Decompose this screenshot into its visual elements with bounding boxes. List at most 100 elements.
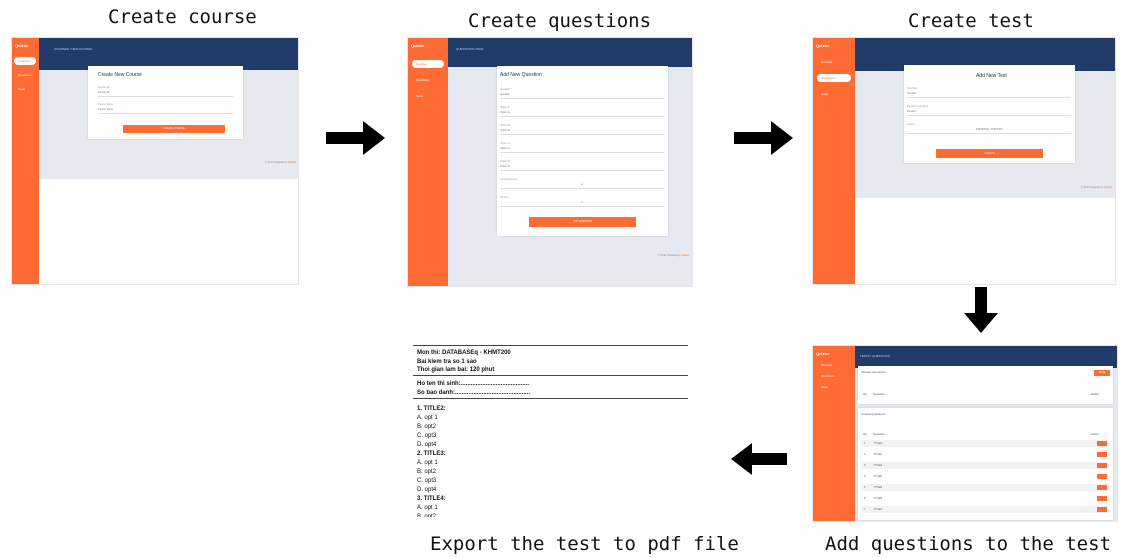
row-question: TITLE4 [874,475,883,478]
sidebar-item-courses[interactable]: Courses [14,57,36,65]
column-header-action: Action [1090,432,1099,436]
pdf-line: 1. TITLE2: [417,406,446,412]
sidebar-item-tests[interactable]: Tests [817,383,851,390]
add-question-button[interactable] [1097,485,1107,490]
field-label: Option A [500,106,510,109]
add-question-card: Add New Question Question * Question... … [497,66,668,236]
section-title: Course Questions [861,412,886,416]
create-test-button[interactable]: CREATE [936,149,1043,158]
app-logo: Quizbe [816,43,830,48]
add-question-button[interactable] [1097,441,1107,446]
footer-text: © 2021 Powered by [1081,186,1104,189]
pdf-line: Thoi gian lam bai: 120 phut [417,367,495,373]
select-value: A [581,183,583,186]
pdf-line: Mon thi: DATABASEq - KHMT200 [417,350,511,356]
sidebar-item-tests[interactable]: Tests [412,92,444,100]
pdf-line: Ho ten thi sinh:........................… [417,381,530,387]
footer-text: © 2021 Powered by [658,254,681,257]
row-question: TITLE6 [874,497,883,500]
option-b-input[interactable]: Option B [500,129,664,135]
pdf-divider [413,398,688,399]
create-course-button[interactable]: CREATE COURSE [123,125,225,133]
course-name-input[interactable]: Course name [98,108,233,114]
pdf-line: C. opt3 [417,478,437,484]
pdf-line: C. opt3 [417,433,437,439]
add-question-button[interactable] [1097,507,1107,512]
row-number: 3 [864,464,866,467]
card-title: Add New Question [500,72,542,78]
field-label: Course Name [98,103,114,106]
section-title: Chosen Questions [861,370,886,374]
option-c-input[interactable]: Option C [500,147,664,153]
row-number: 4 [864,475,866,478]
field-label: Course ID [98,86,110,89]
arrow-right-icon [734,121,793,155]
screenshot-create-course: Quizbe Courses Questions Tests COURSES /… [11,37,299,285]
save-button[interactable]: SAVE [1094,370,1110,376]
column-header-question: Question [873,392,886,396]
option-d-input[interactable]: Option D [500,165,664,171]
breadcrumb: TESTS / QUESTIONS [860,354,890,358]
table-row: 1 TITLE1 [862,440,1109,447]
column-header-question: Question [873,432,886,436]
sidebar-item-courses[interactable]: Courses [817,361,851,368]
sidebar-item-tests[interactable]: Tests [817,90,851,98]
test-title-input[interactable]: Test title [907,92,1071,98]
table-row: 5 TITLE5 [862,484,1109,491]
field-label: Option C [500,142,510,145]
field-label: Question * [500,88,512,91]
course-select[interactable]: A [500,201,664,207]
question-input[interactable]: Question... [500,93,664,99]
add-question-button[interactable] [1097,452,1107,457]
field-label: Correct Answer [500,178,518,181]
caption-add-questions: Add questions to the test [825,533,1111,555]
add-question-button[interactable] [1097,463,1107,468]
sidebar-item-questions[interactable]: Questions [412,76,444,84]
pdf-line: 3. TITLE4: [417,496,446,502]
option-a-input[interactable]: Option A [500,111,664,117]
footer-brand[interactable]: Quizbe [1104,186,1112,189]
pdf-divider [413,375,688,376]
app-header [855,346,1117,368]
add-question-button[interactable]: ADD QUESTION [529,217,636,227]
field-label: Test Title [907,87,917,90]
sidebar-item-courses[interactable]: Courses [817,58,851,66]
pdf-line: Bai kiem tra so 1 sao [417,359,477,365]
field-label: Duration (minutes) [907,105,928,108]
chosen-questions-card: Chosen Questions SAVE No. Question Actio… [858,366,1113,404]
pdf-line: A. opt 1 [417,415,438,421]
sidebar-item-questions[interactable]: Questions [817,74,851,82]
course-select[interactable]: DATABASE - KHMT200 [907,128,1071,134]
arrow-left-icon [731,443,787,475]
footer: © 2021 Powered by Quizbe [265,161,296,164]
pdf-line: B. opt2 [417,514,437,517]
sidebar-item-questions[interactable]: Questions [817,372,851,379]
footer-brand[interactable]: Quizbe [288,161,296,164]
app-logo: Quizbe [816,351,830,356]
table-row: 4 TITLE4 [862,473,1109,480]
arrow-right-icon [326,121,385,155]
sidebar-item-questions[interactable]: Questions [14,71,36,79]
pdf-line: B. opt2 [417,424,437,430]
add-question-button[interactable] [1097,474,1107,479]
card-title: Add New Test [976,73,1007,79]
breadcrumb: QUESTIONS / NEW [456,47,484,51]
pdf-line: A. opt 1 [417,505,438,511]
pdf-line: B. opt2 [417,469,437,475]
add-question-button[interactable] [1097,496,1107,501]
correct-answer-select[interactable]: A [500,183,664,189]
row-number: 7 [864,508,866,511]
screenshot-create-questions: Quizbe Courses Questions Tests QUESTIONS… [407,37,693,287]
duration-input[interactable]: Duration [907,110,1071,116]
sidebar-item-tests[interactable]: Tests [14,85,36,93]
column-header-no: No. [863,392,868,396]
app-logo: Quizbe [411,43,425,48]
card-title: Create New Course [98,72,142,78]
row-question: TITLE2 [874,453,883,456]
sidebar-item-courses[interactable]: Courses [412,60,444,68]
course-id-input[interactable]: Course ID [98,91,233,97]
row-question: TITLE1 [874,442,883,445]
table-row: 7 TITLE7 [862,506,1109,513]
footer-brand[interactable]: Quizbe [681,254,689,257]
arrow-down-icon [964,287,998,333]
